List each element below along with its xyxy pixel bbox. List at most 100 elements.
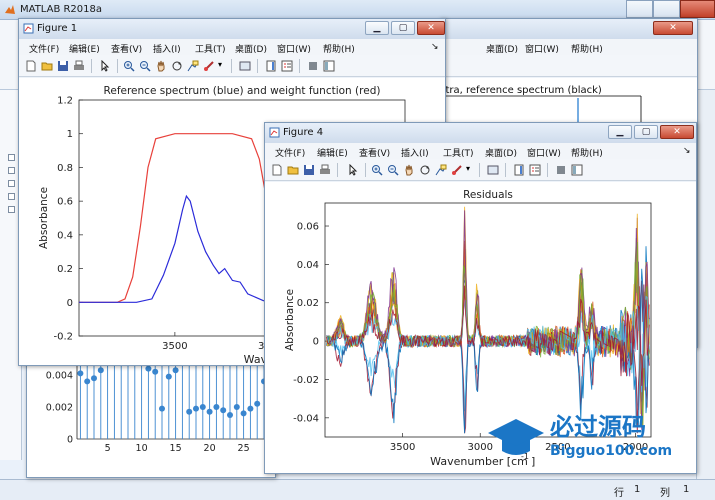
stem-marker [254, 400, 261, 407]
save-icon[interactable] [303, 164, 315, 176]
menu-help[interactable]: 帮助(H) [571, 146, 603, 159]
menu-edit[interactable]: 编辑(E) [317, 146, 348, 159]
expand-icon[interactable] [8, 154, 15, 161]
brush-icon[interactable] [451, 164, 463, 176]
zoom-in-icon[interactable] [123, 60, 135, 72]
watermark-url: Bigguo100.com [550, 443, 672, 459]
stem-x-tick-label: 10 [136, 443, 148, 454]
show-plot-tools-icon[interactable] [323, 60, 335, 72]
zoom-in-icon[interactable] [371, 164, 383, 176]
brush-icon[interactable] [203, 60, 215, 72]
zoom-out-icon[interactable] [387, 164, 399, 176]
hide-plot-tools-icon[interactable] [555, 164, 567, 176]
stem-y-tick-label: 0.004 [46, 371, 73, 382]
maximize-button[interactable]: ▢ [634, 125, 658, 139]
menu-desktop[interactable]: 桌面(D) [235, 42, 267, 55]
menu-file[interactable]: 文件(F) [275, 146, 305, 159]
fig1-y-tick-label: 0 [67, 298, 73, 309]
menu-file[interactable]: 文件(F) [29, 42, 59, 55]
menu-window[interactable]: 窗口(W) [277, 42, 311, 55]
menu-insert[interactable]: 插入(I) [401, 146, 429, 159]
behind-plot-title: ctra, reference spectrum (black) [441, 85, 602, 96]
hide-plot-tools-icon[interactable] [307, 60, 319, 72]
open-file-icon[interactable] [41, 60, 53, 72]
pan-icon[interactable] [403, 164, 415, 176]
figure-1-toolbar: ▾ [19, 55, 445, 77]
stem-x-tick-label: 15 [170, 443, 182, 454]
fig1-x-tick-label: 3500 [162, 341, 187, 352]
pointer-icon[interactable] [99, 60, 111, 72]
col-label: 列 [660, 488, 670, 499]
maximize-button[interactable] [653, 0, 680, 18]
fig4-x-tick-label: 3500 [390, 442, 415, 453]
open-file-icon[interactable] [287, 164, 299, 176]
stem-y-tick-label: 0.002 [46, 403, 73, 414]
brush-dropdown-icon[interactable]: ▾ [466, 164, 470, 173]
menu-desktop[interactable]: 桌面(D) [486, 42, 518, 55]
expand-icon[interactable] [8, 180, 15, 187]
figure-behind-title-bar: ✕ [441, 19, 697, 39]
brush-dropdown-icon[interactable]: ▾ [218, 60, 222, 69]
stem-marker [213, 404, 220, 410]
link-plot-icon[interactable] [239, 60, 251, 72]
menu-window[interactable]: 窗口(W) [525, 42, 559, 55]
fig4-y-tick-label: 0.04 [297, 260, 319, 271]
print-icon[interactable] [319, 164, 331, 176]
menu-dock-arrow-icon[interactable]: ↘ [683, 146, 691, 156]
workspace-panel-edge [696, 90, 715, 479]
new-figure-icon[interactable] [25, 60, 37, 72]
fig1-y-tick-label: 0.4 [57, 230, 73, 241]
expand-icon[interactable] [8, 206, 15, 213]
menu-dock-arrow-icon[interactable]: ↘ [431, 42, 439, 52]
zoom-out-icon[interactable] [139, 60, 151, 72]
row-value: 1 [634, 484, 641, 495]
fig1-y-tick-label: 0.6 [57, 197, 73, 208]
minimize-button[interactable] [626, 0, 653, 18]
stem-marker [145, 365, 152, 372]
figure-1-title: Figure 1 [37, 23, 78, 34]
menu-desktop[interactable]: 桌面(D) [485, 146, 517, 159]
fig4-title: Residuals [463, 189, 513, 201]
rotate-icon[interactable] [171, 60, 183, 72]
figure-4-toolbar: ▾ [265, 159, 696, 181]
menu-insert[interactable]: 插入(I) [153, 42, 181, 55]
menu-help[interactable]: 帮助(H) [323, 42, 355, 55]
close-button[interactable]: ✕ [417, 21, 445, 35]
new-figure-icon[interactable] [271, 164, 283, 176]
colorbar-icon[interactable] [265, 60, 277, 72]
figure-behind-toolbar [441, 55, 697, 77]
close-button[interactable]: ✕ [660, 125, 694, 139]
stem-figure-window[interactable]: 0.0040.002051015202530 [26, 356, 292, 478]
stem-marker [206, 408, 213, 415]
menu-window[interactable]: 窗口(W) [527, 146, 561, 159]
maximize-button[interactable]: ▢ [391, 21, 415, 35]
fig4-y-tick-label: -0.02 [293, 375, 319, 386]
menu-view[interactable]: 查看(V) [359, 146, 390, 159]
save-icon[interactable] [57, 60, 69, 72]
pointer-icon[interactable] [347, 164, 359, 176]
stem-marker [199, 404, 206, 410]
stem-marker [172, 367, 179, 374]
menu-edit[interactable]: 编辑(E) [69, 42, 100, 55]
data-cursor-icon[interactable] [187, 60, 199, 72]
data-cursor-icon[interactable] [435, 164, 447, 176]
legend-icon[interactable] [281, 60, 293, 72]
rotate-icon[interactable] [419, 164, 431, 176]
link-plot-icon[interactable] [487, 164, 499, 176]
close-button[interactable]: ✕ [653, 21, 693, 35]
colorbar-icon[interactable] [513, 164, 525, 176]
print-icon[interactable] [73, 60, 85, 72]
expand-icon[interactable] [8, 167, 15, 174]
minimize-button[interactable]: ▁ [608, 125, 632, 139]
fig1-y-label: Absorbance [38, 187, 50, 249]
legend-icon[interactable] [529, 164, 541, 176]
minimize-button[interactable]: ▁ [365, 21, 389, 35]
menu-view[interactable]: 查看(V) [111, 42, 142, 55]
menu-tools[interactable]: 工具(T) [443, 146, 474, 159]
pan-icon[interactable] [155, 60, 167, 72]
expand-icon[interactable] [8, 193, 15, 200]
show-plot-tools-icon[interactable] [571, 164, 583, 176]
close-button[interactable] [680, 0, 715, 18]
menu-tools[interactable]: 工具(T) [195, 42, 226, 55]
menu-help[interactable]: 帮助(H) [571, 42, 603, 55]
